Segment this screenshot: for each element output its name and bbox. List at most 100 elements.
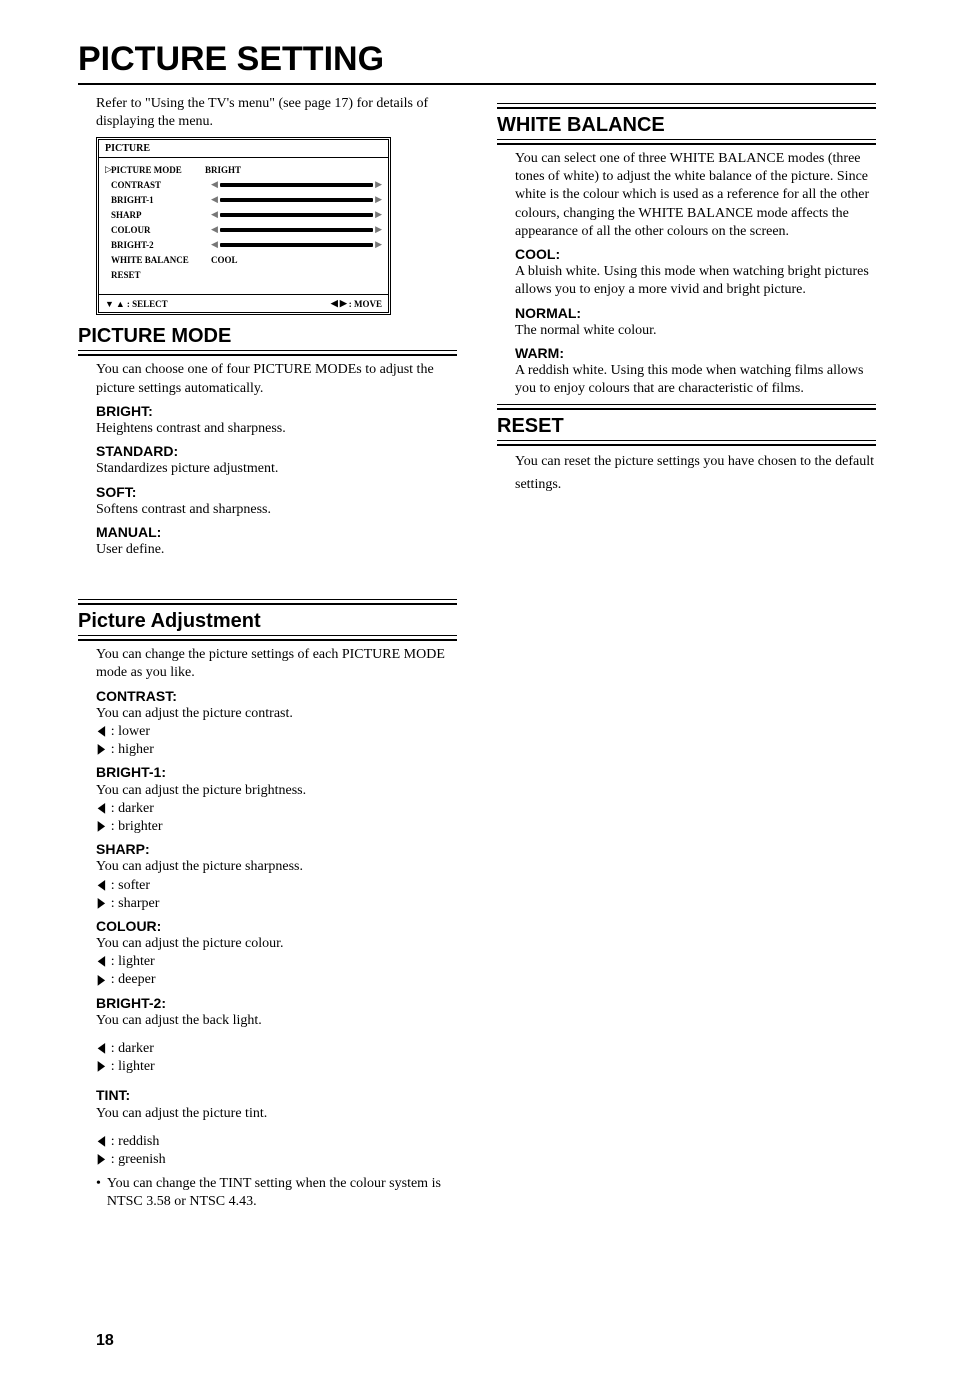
sub-heading: WARM: bbox=[515, 344, 876, 362]
right-column: WHITE BALANCE You can select one of thre… bbox=[497, 95, 876, 1212]
direction-left: ◀ : lighter bbox=[96, 953, 457, 971]
menu-box-title: PICTURE bbox=[99, 140, 388, 158]
chevron-left-icon: ◀ bbox=[98, 1135, 106, 1149]
chevron-right-icon: ▶ bbox=[98, 974, 106, 988]
sub-heading: BRIGHT-2: bbox=[96, 994, 457, 1012]
intro-text: Refer to "Using the TV's menu" (see page… bbox=[96, 95, 457, 131]
chevron-left-icon: ◀ bbox=[211, 179, 218, 190]
menu-label: WHITE BALANCE bbox=[111, 255, 211, 265]
chevron-left-icon: ◀ bbox=[331, 298, 338, 309]
direction-left: ◀ : lower bbox=[96, 723, 457, 741]
chevron-up-icon: ▲ bbox=[116, 299, 125, 309]
section-heading: RESET bbox=[497, 415, 876, 438]
chevron-left-icon: ◀ bbox=[98, 725, 106, 739]
chevron-right-icon: ▶ bbox=[98, 897, 106, 911]
reset-text: You can reset the picture settings you h… bbox=[515, 451, 876, 496]
section-white-balance: WHITE BALANCE You can select one of thre… bbox=[497, 103, 876, 398]
sub-heading: TINT: bbox=[96, 1086, 457, 1104]
direction-left: ◀ : darker bbox=[96, 800, 457, 818]
footer-select-label: : SELECT bbox=[127, 299, 168, 309]
sub-heading: SOFT: bbox=[96, 483, 457, 501]
sub-heading: STANDARD: bbox=[96, 442, 457, 460]
slider: ◀▶ bbox=[211, 209, 382, 220]
menu-row: SHARP ◀▶ bbox=[105, 207, 382, 222]
sub-heading: SHARP: bbox=[96, 840, 457, 858]
chevron-right-icon: ▶ bbox=[375, 179, 382, 190]
sub-text: Standardizes picture adjustment. bbox=[96, 460, 457, 478]
chevron-right-icon: ▶ bbox=[98, 820, 106, 834]
direction-right: ▶ : greenish bbox=[96, 1151, 457, 1169]
chevron-down-icon: ▼ bbox=[105, 299, 114, 309]
section-heading: PICTURE MODE bbox=[78, 325, 457, 348]
sub-text: A reddish white. Using this mode when wa… bbox=[515, 362, 876, 398]
chevron-left-icon: ◀ bbox=[98, 955, 106, 969]
menu-row: BRIGHT-1 ◀ ▶ bbox=[105, 192, 382, 207]
chevron-right-icon: ▶ bbox=[375, 239, 382, 250]
sub-heading: CONTRAST: bbox=[96, 687, 457, 705]
sub-heading: COOL: bbox=[515, 245, 876, 263]
menu-label: BRIGHT-1 bbox=[111, 195, 211, 205]
menu-box-body: ▷ PICTURE MODE BRIGHT CONTRAST ◀▶ BRIGHT… bbox=[99, 158, 388, 294]
menu-row: ▷ PICTURE MODE BRIGHT bbox=[105, 162, 382, 177]
section-heading: Picture Adjustment bbox=[78, 610, 457, 633]
sub-heading: BRIGHT-1: bbox=[96, 763, 457, 781]
chevron-right-icon: ▶ bbox=[340, 298, 347, 309]
chevron-left-icon: ◀ bbox=[211, 209, 218, 220]
columns: Refer to "Using the TV's menu" (see page… bbox=[0, 95, 954, 1212]
note: • You can change the TINT setting when t… bbox=[96, 1175, 457, 1211]
sub-text: Heightens contrast and sharpness. bbox=[96, 420, 457, 438]
chevron-right-icon: ▶ bbox=[98, 1060, 106, 1074]
direction-right: ▶ : deeper bbox=[96, 971, 457, 989]
chevron-left-icon: ◀ bbox=[98, 1042, 106, 1056]
direction-right: ▶ : sharper bbox=[96, 895, 457, 913]
title-rule bbox=[78, 83, 876, 85]
menu-row: WHITE BALANCE COOL bbox=[105, 252, 382, 267]
sub-text: The normal white colour. bbox=[515, 322, 876, 340]
chevron-left-icon: ◀ bbox=[98, 879, 106, 893]
sub-text: You can adjust the picture contrast. bbox=[96, 705, 457, 723]
chevron-right-icon: ▶ bbox=[98, 1153, 106, 1167]
menu-row: CONTRAST ◀ ▶ bbox=[105, 177, 382, 192]
chevron-left-icon: ◀ bbox=[211, 224, 218, 235]
sub-text: You can adjust the back light. bbox=[96, 1012, 457, 1030]
direction-right: ▶ : brighter bbox=[96, 818, 457, 836]
menu-label: PICTURE MODE bbox=[111, 165, 205, 175]
note-text: You can change the TINT setting when the… bbox=[107, 1175, 457, 1211]
chevron-right-icon: ▶ bbox=[375, 209, 382, 220]
section-intro: You can choose one of four PICTURE MODEs… bbox=[96, 361, 457, 397]
chevron-left-icon: ◀ bbox=[98, 802, 106, 816]
section-picture-adjustment: Picture Adjustment You can change the pi… bbox=[78, 599, 457, 1211]
menu-row: COLOUR ◀▶ bbox=[105, 222, 382, 237]
sub-text: User define. bbox=[96, 541, 457, 559]
sub-text: Softens contrast and sharpness. bbox=[96, 501, 457, 519]
section-reset: RESET You can reset the picture settings… bbox=[497, 404, 876, 496]
sub-text: You can adjust the picture tint. bbox=[96, 1105, 457, 1123]
direction-left: ◀ : softer bbox=[96, 877, 457, 895]
page-number: 18 bbox=[96, 1332, 114, 1350]
section-intro: You can select one of three WHITE BALANC… bbox=[515, 150, 876, 241]
chevron-right-icon: ▶ bbox=[98, 743, 106, 757]
direction-left: ◀ : reddish bbox=[96, 1133, 457, 1151]
slider: ◀▶ bbox=[211, 224, 382, 235]
footer-move-label: : MOVE bbox=[349, 299, 382, 309]
sub-heading: NORMAL: bbox=[515, 304, 876, 322]
chevron-right-icon: ▶ bbox=[375, 194, 382, 205]
menu-value: BRIGHT bbox=[205, 165, 241, 175]
left-column: Refer to "Using the TV's menu" (see page… bbox=[78, 95, 457, 1212]
sub-text: You can adjust the picture brightness. bbox=[96, 782, 457, 800]
menu-label: SHARP bbox=[111, 210, 211, 220]
chevron-left-icon: ◀ bbox=[211, 194, 218, 205]
menu-label: COLOUR bbox=[111, 225, 211, 235]
slider: ◀▶ bbox=[211, 239, 382, 250]
sub-heading: BRIGHT: bbox=[96, 402, 457, 420]
section-intro: You can change the picture settings of e… bbox=[96, 646, 457, 682]
sub-text: A bluish white. Using this mode when wat… bbox=[515, 263, 876, 299]
sub-heading: COLOUR: bbox=[96, 917, 457, 935]
section-heading: WHITE BALANCE bbox=[497, 114, 876, 137]
sub-text: You can adjust the picture colour. bbox=[96, 935, 457, 953]
menu-box: PICTURE ▷ PICTURE MODE BRIGHT CONTRAST ◀… bbox=[96, 137, 391, 315]
page-title: PICTURE SETTING bbox=[78, 40, 954, 79]
menu-value: COOL bbox=[211, 255, 238, 265]
section-picture-mode: PICTURE MODE You can choose one of four … bbox=[78, 325, 457, 559]
menu-label: CONTRAST bbox=[111, 180, 211, 190]
